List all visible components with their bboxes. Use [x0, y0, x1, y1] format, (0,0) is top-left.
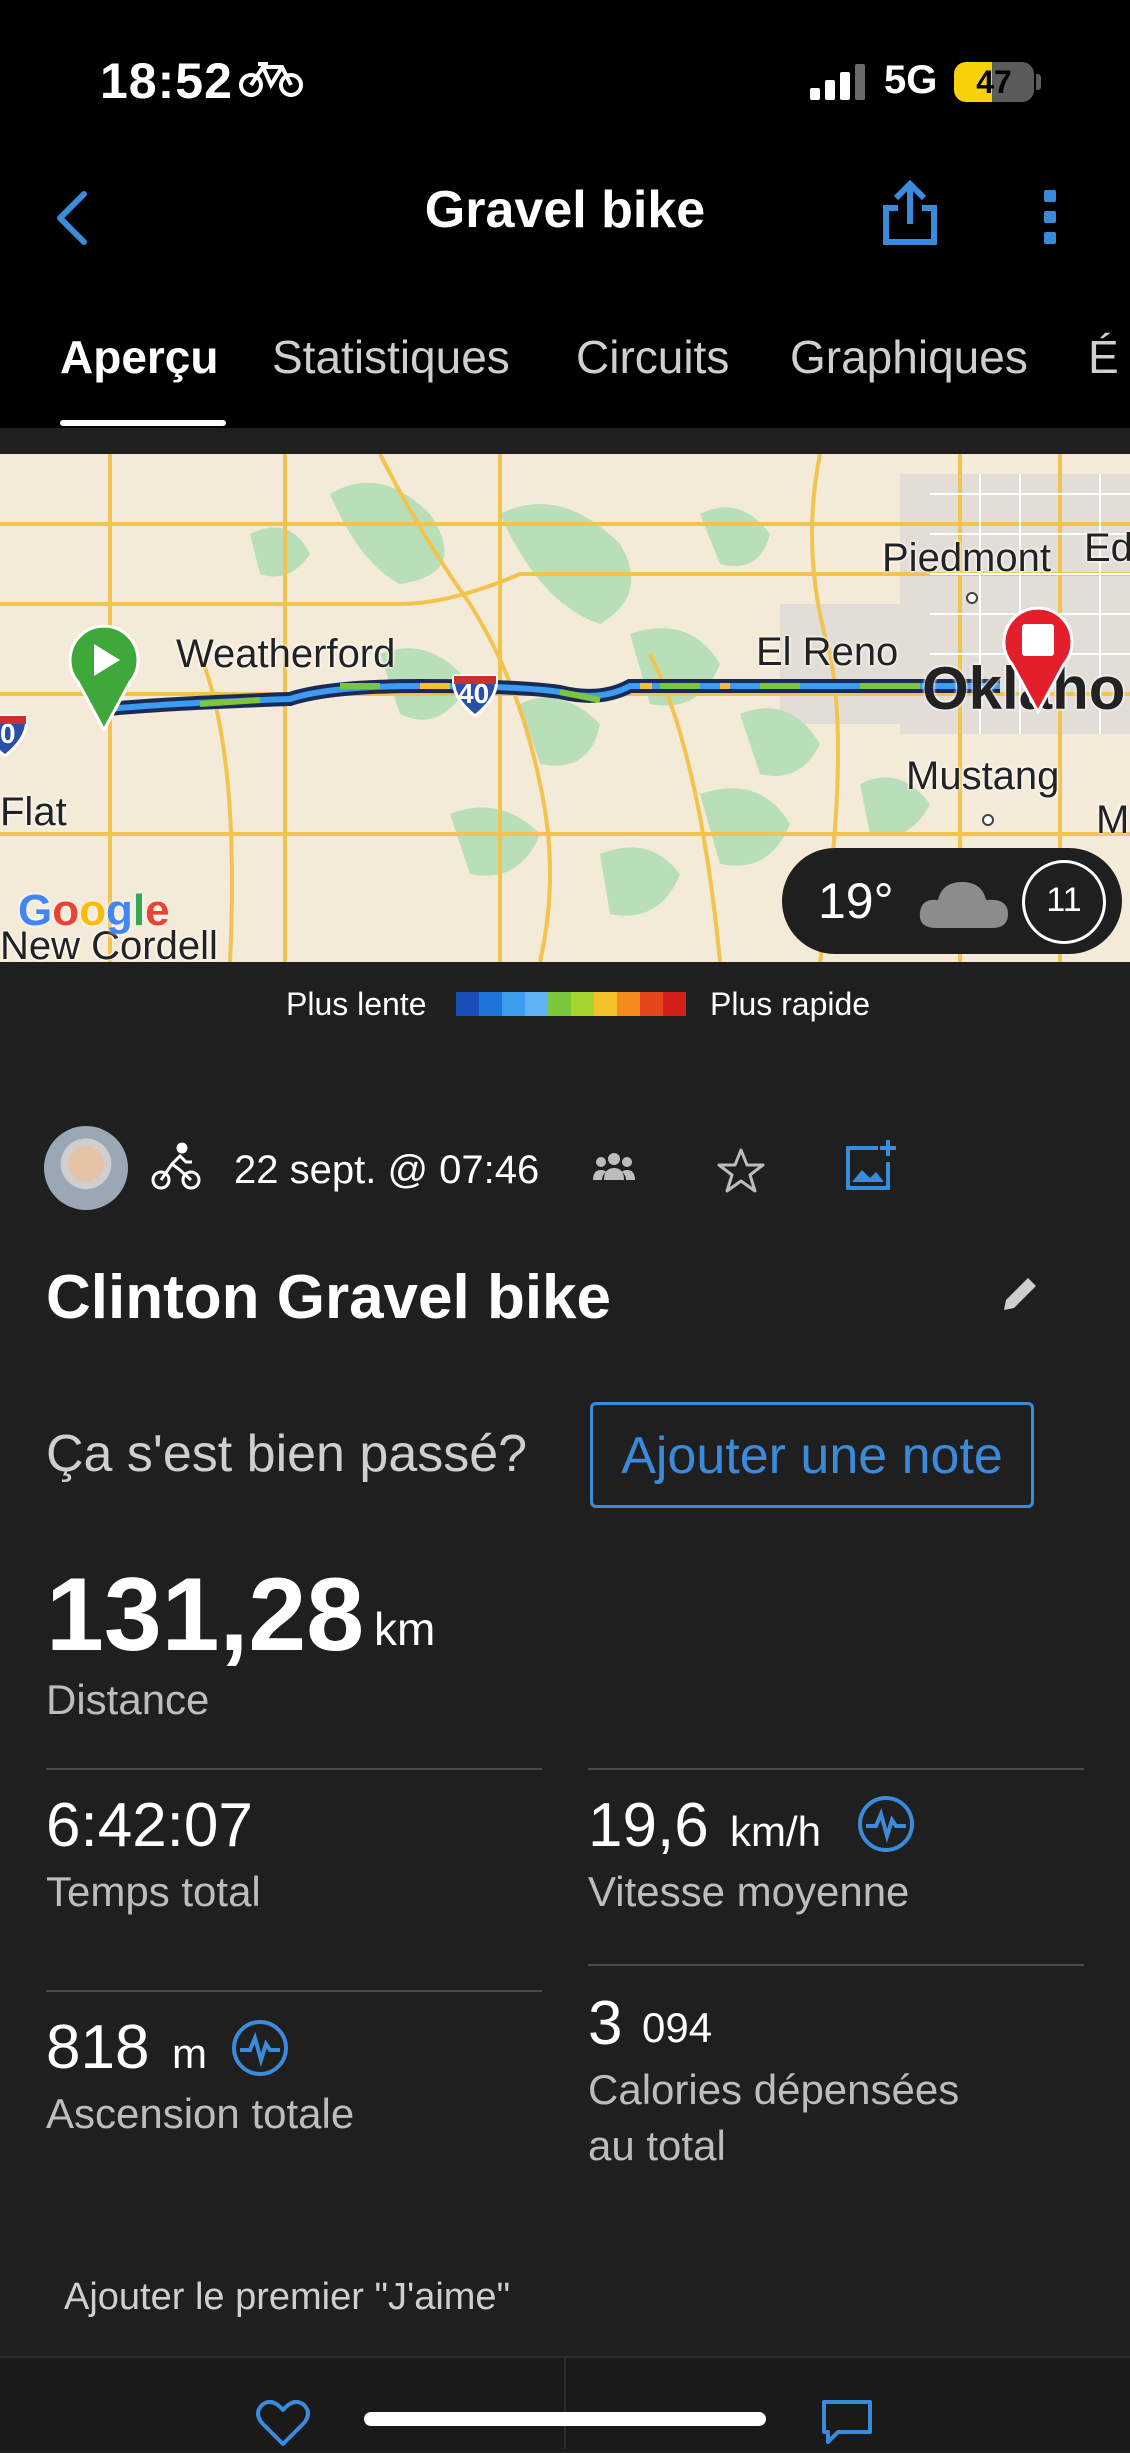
legend-swatch-3	[525, 992, 548, 1016]
avg-speed-unit: km/h	[730, 1808, 822, 1855]
distance-value: 131,28	[46, 1557, 365, 1673]
legend-swatch-1	[479, 992, 502, 1016]
calories-label: Calories dépensées	[588, 2066, 960, 2113]
activity-datetime: 22 sept. @ 07:46	[234, 1148, 540, 1192]
interstate-label: 40	[458, 678, 490, 709]
share-icon[interactable]	[880, 179, 940, 251]
battery-level: 47	[976, 64, 1012, 100]
add-photo-icon[interactable]	[842, 1138, 898, 1199]
total-time-label: Temps total	[46, 1868, 261, 1915]
route-map[interactable]: Weatherford El Reno Piedmont Ed Oklaho M…	[0, 454, 1130, 962]
legend-fast-label: Plus rapide	[710, 986, 871, 1022]
status-time: 18:52	[100, 53, 233, 109]
divider	[564, 2356, 566, 2449]
tab-graphiques[interactable]: Graphiques	[790, 330, 1028, 384]
map-label-weatherford: Weatherford	[176, 632, 396, 676]
map-label-ed: Ed	[1084, 526, 1130, 570]
divider	[588, 1964, 1084, 1966]
heart-icon[interactable]	[254, 2398, 312, 2453]
avatar[interactable]	[44, 1126, 128, 1210]
wind-speed: 11	[1046, 881, 1082, 919]
first-like-prompt[interactable]: Ajouter le premier "J'aime"	[64, 2276, 510, 2319]
legend-swatch-2	[502, 992, 525, 1016]
calories-label-line2: au total	[588, 2122, 726, 2169]
heart-rate-sensor-icon[interactable]	[856, 1794, 916, 1859]
cycling-icon	[150, 1140, 202, 1197]
signal-icon	[810, 64, 870, 105]
network-type: 5G	[884, 58, 938, 102]
avg-speed-label: Vitesse moyenne	[588, 1868, 910, 1915]
legend-swatch-8	[640, 992, 663, 1016]
divider	[46, 1990, 542, 1992]
tab-bar: Aperçu Statistiques Circuits Graphiques …	[0, 320, 1130, 420]
legend-swatch-6	[594, 992, 617, 1016]
weather-widget[interactable]: 19° 11	[782, 848, 1122, 954]
legend-swatch-7	[617, 992, 640, 1016]
tab-more[interactable]: É	[1088, 330, 1119, 384]
ascent-value: 818	[46, 2013, 150, 2082]
star-icon[interactable]	[716, 1146, 766, 1201]
map-label-el-reno: El Reno	[756, 630, 899, 674]
interstate-label-edge: 0	[0, 718, 16, 749]
battery-nub	[1036, 74, 1041, 90]
divider	[46, 1768, 542, 1770]
map-label-mustang: Mustang	[906, 754, 1060, 798]
total-time-value: 6:42:07	[46, 1791, 253, 1860]
calories-value-rest: 094	[642, 2004, 713, 2051]
distance-unit: km	[374, 1603, 436, 1655]
calories-value-thousands: 3	[588, 1989, 623, 2058]
speed-legend-bar	[456, 992, 686, 1016]
page-title: Gravel bike	[424, 181, 706, 239]
map-label-piedmont: Piedmont	[882, 536, 1051, 580]
battery-indicator: 47	[954, 62, 1034, 102]
tab-apercu[interactable]: Aperçu	[60, 330, 218, 384]
activity-title: Clinton Gravel bike	[46, 1263, 612, 1332]
map-label-m: M	[1096, 798, 1130, 842]
wind-indicator: 11	[1022, 860, 1106, 944]
ascent-sensor-icon[interactable]	[230, 2018, 290, 2083]
legend-swatch-9	[663, 992, 686, 1016]
legend-slow-label: Plus lente	[286, 986, 427, 1022]
start-marker-icon	[64, 622, 144, 737]
cloud-icon	[916, 876, 1012, 937]
ascent-label: Ascension totale	[46, 2090, 355, 2137]
weather-temperature: 19°	[818, 873, 894, 929]
tab-circuits[interactable]: Circuits	[576, 330, 729, 384]
feedback-question: Ça s'est bien passé?	[46, 1425, 528, 1483]
map-label-flat: Flat	[0, 790, 67, 834]
active-tab-indicator	[60, 420, 226, 426]
end-marker-icon	[998, 604, 1078, 719]
legend-swatch-4	[548, 992, 571, 1016]
comment-icon[interactable]	[820, 2398, 874, 2453]
ascent-unit: m	[172, 2030, 207, 2077]
people-icon[interactable]	[592, 1150, 636, 1187]
avg-speed-value: 19,6	[588, 1791, 709, 1860]
legend-swatch-5	[571, 992, 594, 1016]
google-logo: Google	[18, 886, 170, 935]
divider	[588, 1768, 1084, 1770]
tab-statistiques[interactable]: Statistiques	[272, 330, 510, 384]
bike-status-icon	[238, 58, 304, 103]
distance-label: Distance	[46, 1676, 210, 1723]
add-note-button[interactable]: Ajouter une note	[590, 1402, 1034, 1508]
pencil-icon[interactable]	[998, 1272, 1042, 1321]
home-indicator[interactable]	[364, 2412, 766, 2426]
more-vertical-icon[interactable]	[1040, 188, 1060, 251]
legend-swatch-0	[456, 992, 479, 1016]
